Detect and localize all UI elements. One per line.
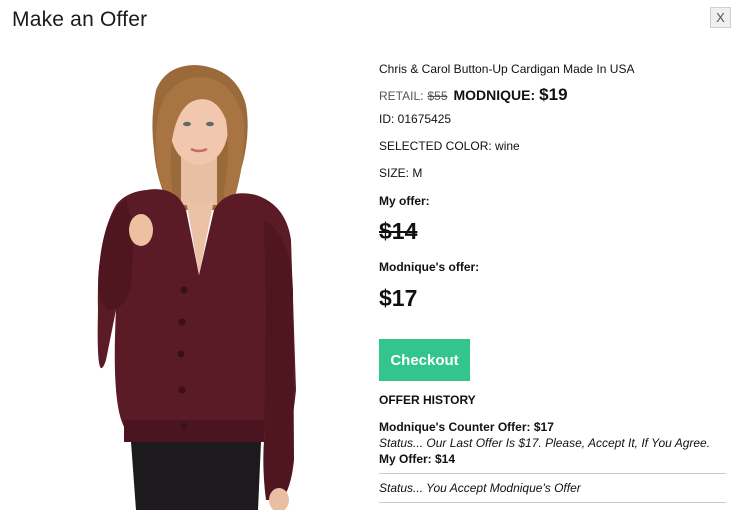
modnique-offer-label: Modnique's offer: [379, 260, 480, 274]
brand-price-label: MODNIQUE: [453, 87, 536, 103]
offer-history-title: OFFER HISTORY [379, 393, 476, 407]
modal-title: Make an Offer [12, 8, 148, 31]
history-divider [379, 473, 726, 474]
retail-label: RETAIL: [379, 89, 424, 103]
product-image [86, 60, 306, 510]
accept-status: Status... You Accept Modnique's Offer [379, 481, 581, 495]
product-name: Chris & Carol Button-Up Cardigan Made In… [379, 62, 635, 76]
product-id: ID: 01675425 [379, 112, 452, 126]
checkout-button[interactable]: Checkout [379, 339, 470, 381]
my-offer-value: $14 [379, 218, 418, 244]
make-offer-modal: Make an Offer X Chris & Carol Button-Up … [0, 0, 738, 510]
counter-offer-entry: Modnique's Counter Offer: $17 [379, 420, 554, 434]
model-illustration [97, 65, 297, 510]
selected-color: SELECTED COLOR: wine [379, 139, 520, 153]
offer-history: Modnique's Counter Offer: $17 Status... … [379, 419, 726, 503]
price-row: RETAIL: $55 MODNIQUE: $19 [379, 85, 568, 105]
retail-price: $55 [427, 89, 448, 103]
modnique-offer-value: $17 [379, 285, 418, 311]
close-icon: X [716, 10, 725, 25]
counter-offer-status: Status... Our Last Offer Is $17. Please,… [379, 436, 711, 450]
my-offer-entry: My Offer: $14 [379, 452, 456, 466]
history-divider-bottom [379, 502, 726, 503]
my-offer-label: My offer: [379, 194, 430, 208]
close-button[interactable]: X [710, 7, 731, 28]
selected-size: SIZE: M [379, 166, 423, 180]
brand-price: $19 [539, 85, 568, 104]
